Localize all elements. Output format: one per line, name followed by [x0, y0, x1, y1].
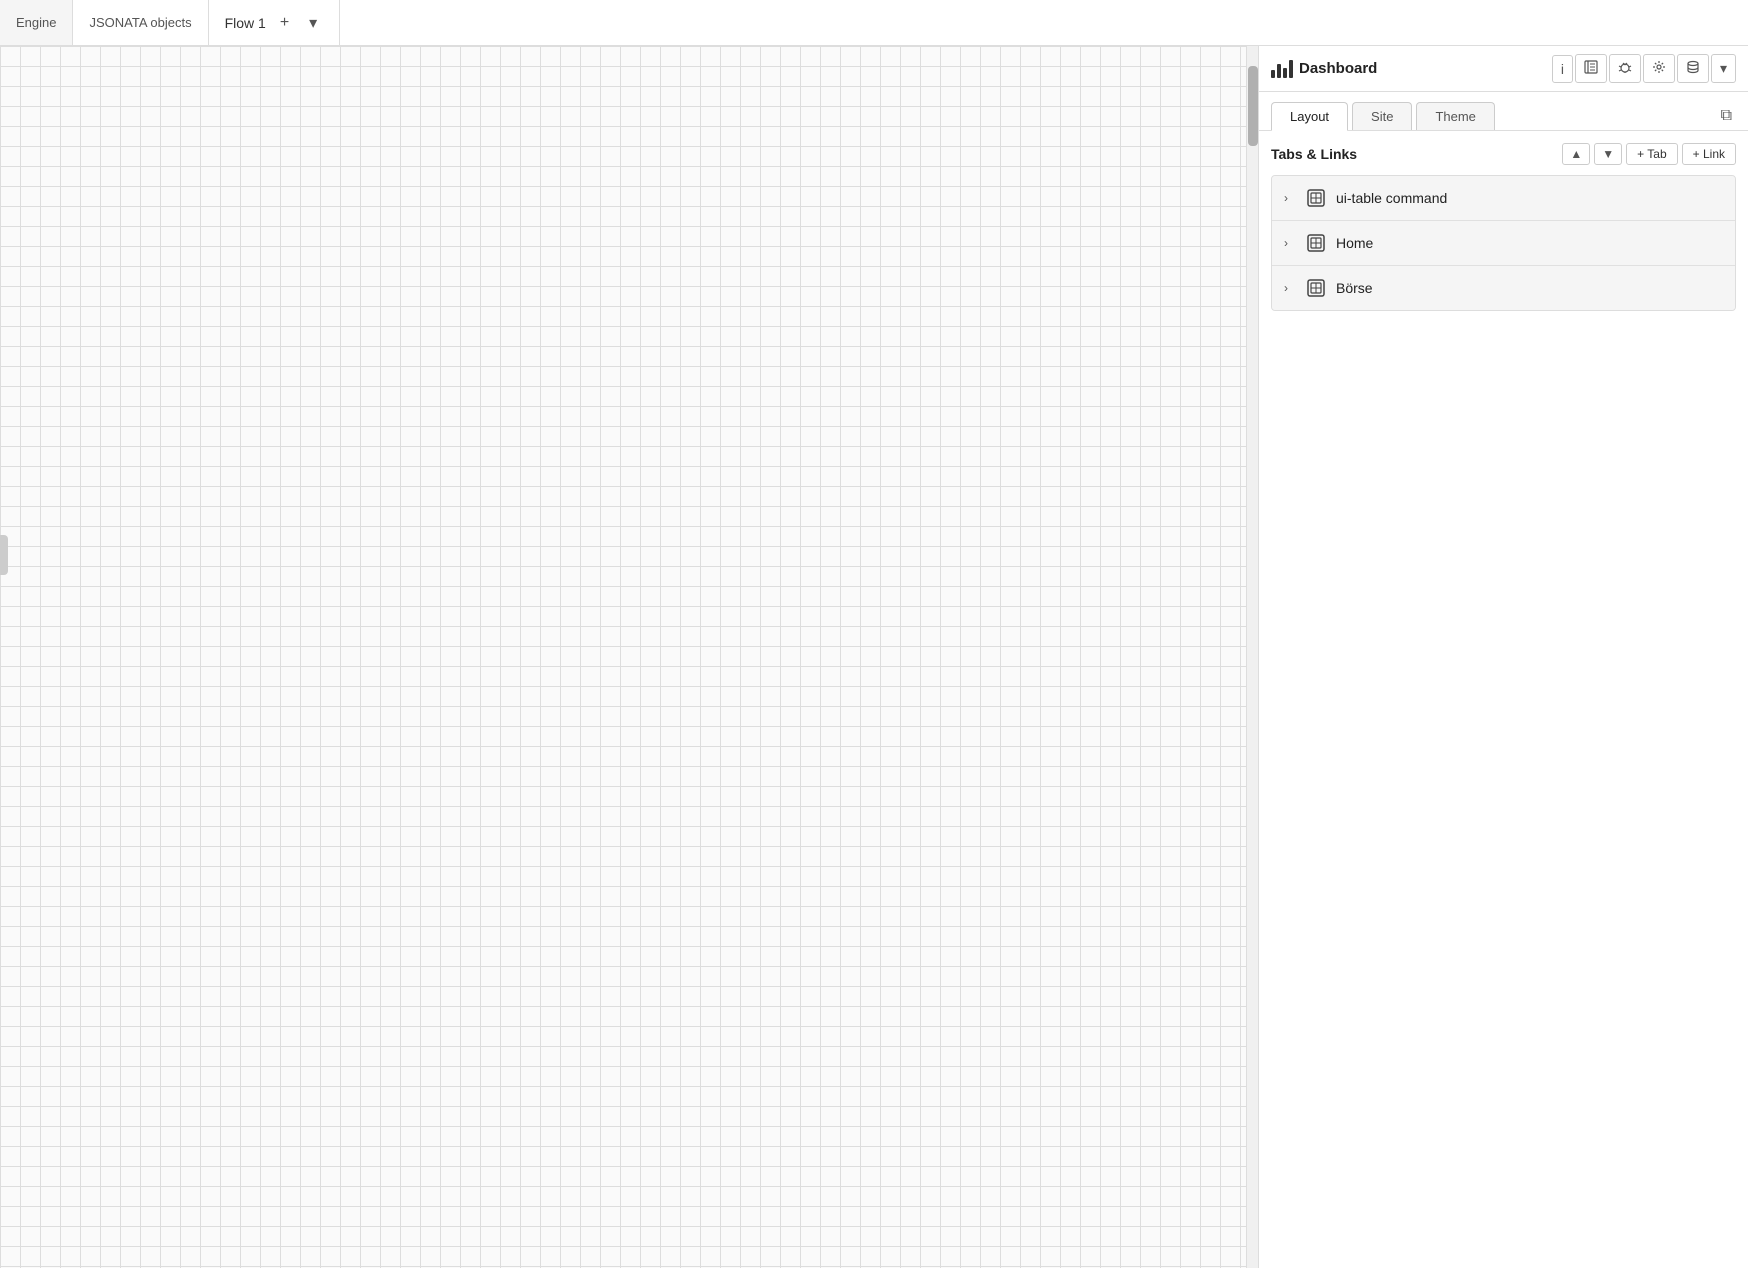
database-icon: [1686, 60, 1700, 77]
tab-theme[interactable]: Theme: [1416, 102, 1494, 130]
flow-dropdown-button[interactable]: ▾: [303, 9, 323, 37]
tabs-links-title: Tabs & Links: [1271, 146, 1562, 162]
external-link-button[interactable]: ⧉: [1717, 103, 1736, 129]
flow-canvas[interactable]: [0, 46, 1258, 1268]
node-icon-1: [1304, 231, 1328, 255]
main-area: Dashboard i: [0, 46, 1748, 1268]
top-bar: Engine JSONATA objects Flow 1 + ▾: [0, 0, 1748, 46]
add-flow-button[interactable]: +: [274, 10, 295, 36]
move-down-button[interactable]: ▼: [1594, 143, 1622, 165]
chevron-right-icon-1: ›: [1284, 236, 1296, 250]
side-panel: Dashboard i: [1258, 46, 1748, 1268]
chevron-right-icon-0: ›: [1284, 191, 1296, 205]
canvas-area[interactable]: [0, 46, 1258, 1268]
external-link-icon: ⧉: [1721, 107, 1732, 124]
tree-item-2[interactable]: › Börse: [1272, 266, 1735, 310]
tab-site[interactable]: Site: [1352, 102, 1412, 130]
flow-tab-label: Flow 1: [225, 15, 266, 31]
database-button[interactable]: [1677, 54, 1709, 83]
move-up-button[interactable]: ▲: [1562, 143, 1590, 165]
panel-more-button[interactable]: ▾: [1711, 54, 1736, 83]
tabs-links-header: Tabs & Links ▲ ▼ + Tab + Link: [1271, 143, 1736, 165]
dashboard-icon: [1271, 60, 1293, 78]
settings-button[interactable]: [1643, 54, 1675, 83]
chevron-right-icon-2: ›: [1284, 281, 1296, 295]
panel-header: Dashboard i: [1259, 46, 1748, 92]
canvas-scrollbar[interactable]: [1246, 46, 1258, 1268]
add-link-button[interactable]: + Link: [1682, 143, 1736, 165]
settings-icon: [1652, 60, 1666, 77]
info-button[interactable]: i: [1552, 55, 1573, 83]
bug-button[interactable]: [1609, 54, 1641, 83]
flow-tab[interactable]: Flow 1 + ▾: [209, 0, 341, 45]
tree-item-label-0: ui-table command: [1336, 190, 1447, 206]
panel-title-text: Dashboard: [1299, 60, 1377, 77]
scrollbar-thumb: [1248, 66, 1258, 146]
info-icon: i: [1561, 61, 1564, 77]
node-icon-2: [1304, 276, 1328, 300]
jsonata-tab[interactable]: JSONATA objects: [73, 0, 208, 45]
tree-item-label-1: Home: [1336, 235, 1373, 251]
book-button[interactable]: [1575, 54, 1607, 83]
left-handle[interactable]: [0, 535, 8, 575]
tree-item-0[interactable]: › ui-table command: [1272, 176, 1735, 221]
panel-title: Dashboard: [1271, 60, 1546, 78]
chevron-down-icon: ▾: [1720, 60, 1727, 77]
book-icon: [1584, 60, 1598, 77]
add-tab-button[interactable]: + Tab: [1626, 143, 1677, 165]
tree-item-label-2: Börse: [1336, 280, 1373, 296]
node-icon-0: [1304, 186, 1328, 210]
panel-content: Tabs & Links ▲ ▼ + Tab + Link ›: [1259, 131, 1748, 1268]
engine-tab[interactable]: Engine: [0, 0, 73, 45]
tab-layout[interactable]: Layout: [1271, 102, 1348, 131]
panel-icon-bar: i: [1552, 54, 1736, 83]
bug-icon: [1618, 60, 1632, 77]
panel-tabs: Layout Site Theme ⧉: [1259, 92, 1748, 131]
tree-item-1[interactable]: › Home: [1272, 221, 1735, 266]
tabs-tree: › ui-table command ›: [1271, 175, 1736, 311]
tabs-links-actions: ▲ ▼ + Tab + Link: [1562, 143, 1736, 165]
